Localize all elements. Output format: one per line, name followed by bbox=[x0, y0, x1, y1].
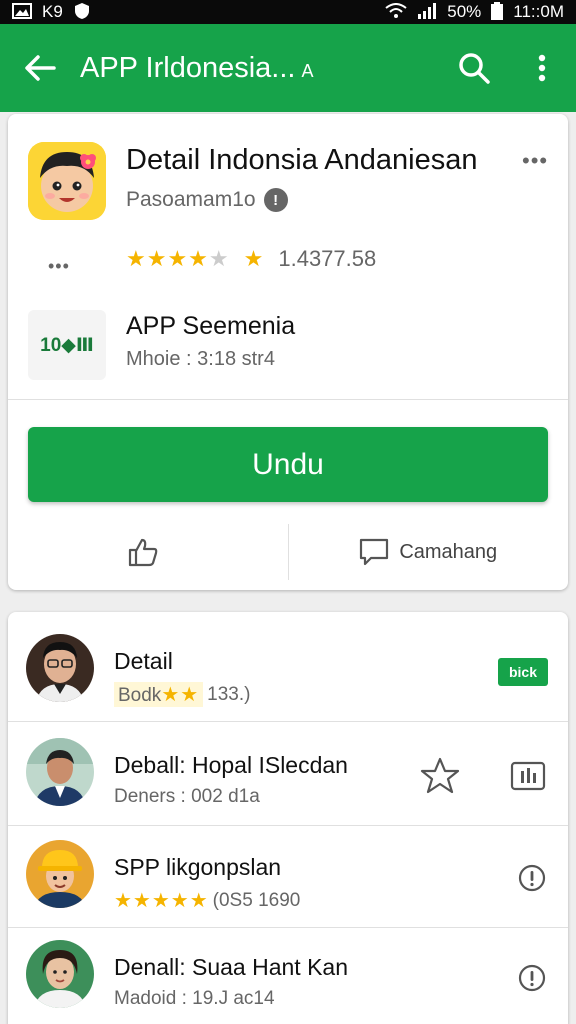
comment-button[interactable]: Camahang bbox=[289, 524, 569, 580]
secondary-app-meta: Mhoie : 3:18 str4 bbox=[126, 348, 275, 370]
related-list-card: Detail Bodk★★ 133.) bick Deball: Hopal I… bbox=[8, 612, 568, 1024]
more-vert-icon bbox=[538, 54, 546, 82]
info-button[interactable] bbox=[516, 862, 548, 894]
avatar bbox=[26, 840, 94, 908]
star-icon: ★ bbox=[243, 246, 265, 271]
list-item-sub-prefix: Bodk★★ bbox=[114, 682, 204, 707]
list-item[interactable]: Denall: Suaa Hant Kan Madoid : 19.J ac14 bbox=[8, 928, 568, 1024]
info-circle-icon bbox=[518, 864, 546, 892]
list-item-title: SPP likgonpslan bbox=[114, 854, 282, 880]
install-button[interactable]: Undu bbox=[28, 427, 548, 502]
like-button[interactable] bbox=[8, 524, 288, 580]
row-divider bbox=[8, 825, 568, 826]
list-item-title: Denall: Suaa Hant Kan bbox=[114, 954, 348, 980]
app-bar-title-text: APP Irldonesia... bbox=[80, 51, 296, 84]
sub-stars: ★★ bbox=[161, 684, 200, 706]
secondary-app-icon[interactable]: 10◆Ⅲ bbox=[28, 310, 106, 380]
title-caret: A bbox=[301, 60, 314, 81]
rating-stars-filled: ★★★★ bbox=[126, 246, 209, 271]
info-icon: ! bbox=[263, 188, 288, 212]
list-item[interactable]: Deball: Hopal ISlecdan Deners : 002 d1a bbox=[8, 726, 568, 826]
clock: 11::0M bbox=[513, 2, 564, 21]
status-label: K9 bbox=[42, 2, 63, 21]
status-bar: K9 50% 11::0M bbox=[0, 0, 576, 24]
search-button[interactable] bbox=[440, 24, 508, 112]
list-item-sub-suffix: (0S5 1690 bbox=[212, 889, 301, 911]
list-item-sub-suffix: 133.) bbox=[207, 683, 251, 705]
divider bbox=[8, 399, 568, 400]
wifi-icon bbox=[385, 2, 407, 22]
list-item[interactable]: Detail Bodk★★ 133.) bick bbox=[8, 622, 568, 722]
row-divider bbox=[8, 721, 568, 722]
app-bar: APP Irldonesia... A bbox=[0, 24, 576, 112]
app-name: Detail Indonsia Andaniesan bbox=[126, 144, 478, 176]
rating-row: ★★★★★ ★ 1.4377.58 bbox=[126, 246, 376, 272]
secondary-app-name: APP Seemenia bbox=[126, 312, 296, 340]
back-button[interactable] bbox=[0, 24, 80, 112]
action-bar: Camahang bbox=[8, 524, 568, 580]
info-button[interactable] bbox=[516, 962, 548, 994]
shield-icon bbox=[73, 2, 91, 23]
list-item-subtitle: Deners : 002 d1a bbox=[114, 786, 260, 807]
sub-prefix-text: Bodk bbox=[118, 685, 162, 706]
thumbs-up-icon bbox=[128, 538, 158, 567]
sub-stars: ★★★★★ bbox=[114, 890, 209, 912]
search-icon bbox=[459, 53, 490, 84]
arrow-left-icon bbox=[25, 55, 56, 81]
comment-icon bbox=[360, 538, 389, 566]
list-item-subtitle: ★★★★★ (0S5 1690 bbox=[114, 888, 300, 913]
battery-percent: 50% bbox=[447, 2, 482, 21]
side-more-dots[interactable]: ••• bbox=[48, 256, 70, 277]
info-circle-icon bbox=[518, 964, 546, 992]
app-icon[interactable] bbox=[28, 142, 106, 220]
avatar bbox=[26, 738, 94, 806]
cartoon-face-icon bbox=[28, 142, 106, 220]
list-item-subtitle: Bodk★★ 133.) bbox=[114, 682, 250, 707]
list-item[interactable]: SPP likgonpslan ★★★★★ (0S5 1690 bbox=[8, 828, 568, 928]
gallery-icon bbox=[12, 2, 32, 22]
bar-chart-icon bbox=[510, 761, 546, 791]
favorite-button[interactable] bbox=[418, 754, 462, 798]
app-bar-title: APP Irldonesia... A bbox=[80, 52, 440, 85]
chart-button[interactable] bbox=[508, 756, 548, 796]
tag-button[interactable]: bick bbox=[498, 658, 548, 686]
rating-star-empty: ★ bbox=[208, 246, 230, 271]
battery-icon bbox=[491, 1, 504, 23]
list-item-title: Deball: Hopal ISlecdan bbox=[114, 752, 348, 778]
rating-value: 1.4377.58 bbox=[278, 246, 377, 271]
star-outline-icon bbox=[420, 757, 460, 794]
avatar bbox=[26, 940, 94, 1008]
app-detail-card: Detail Indonsia Andaniesan ••• Pasoamam1… bbox=[8, 114, 568, 590]
avatar bbox=[26, 634, 94, 702]
overflow-menu-button[interactable] bbox=[508, 24, 576, 112]
app-more-button[interactable]: ••• bbox=[522, 148, 548, 174]
developer-row[interactable]: Pasoamam1o ! bbox=[126, 188, 288, 212]
list-item-title: Detail bbox=[114, 648, 173, 674]
comment-label: Camahang bbox=[399, 540, 498, 563]
list-item-subtitle: Madoid : 19.J ac14 bbox=[114, 988, 275, 1009]
rating-stars: ★★★★★ bbox=[126, 246, 230, 272]
signal-icon bbox=[417, 2, 437, 22]
developer-name: Pasoamam1o bbox=[126, 188, 256, 211]
